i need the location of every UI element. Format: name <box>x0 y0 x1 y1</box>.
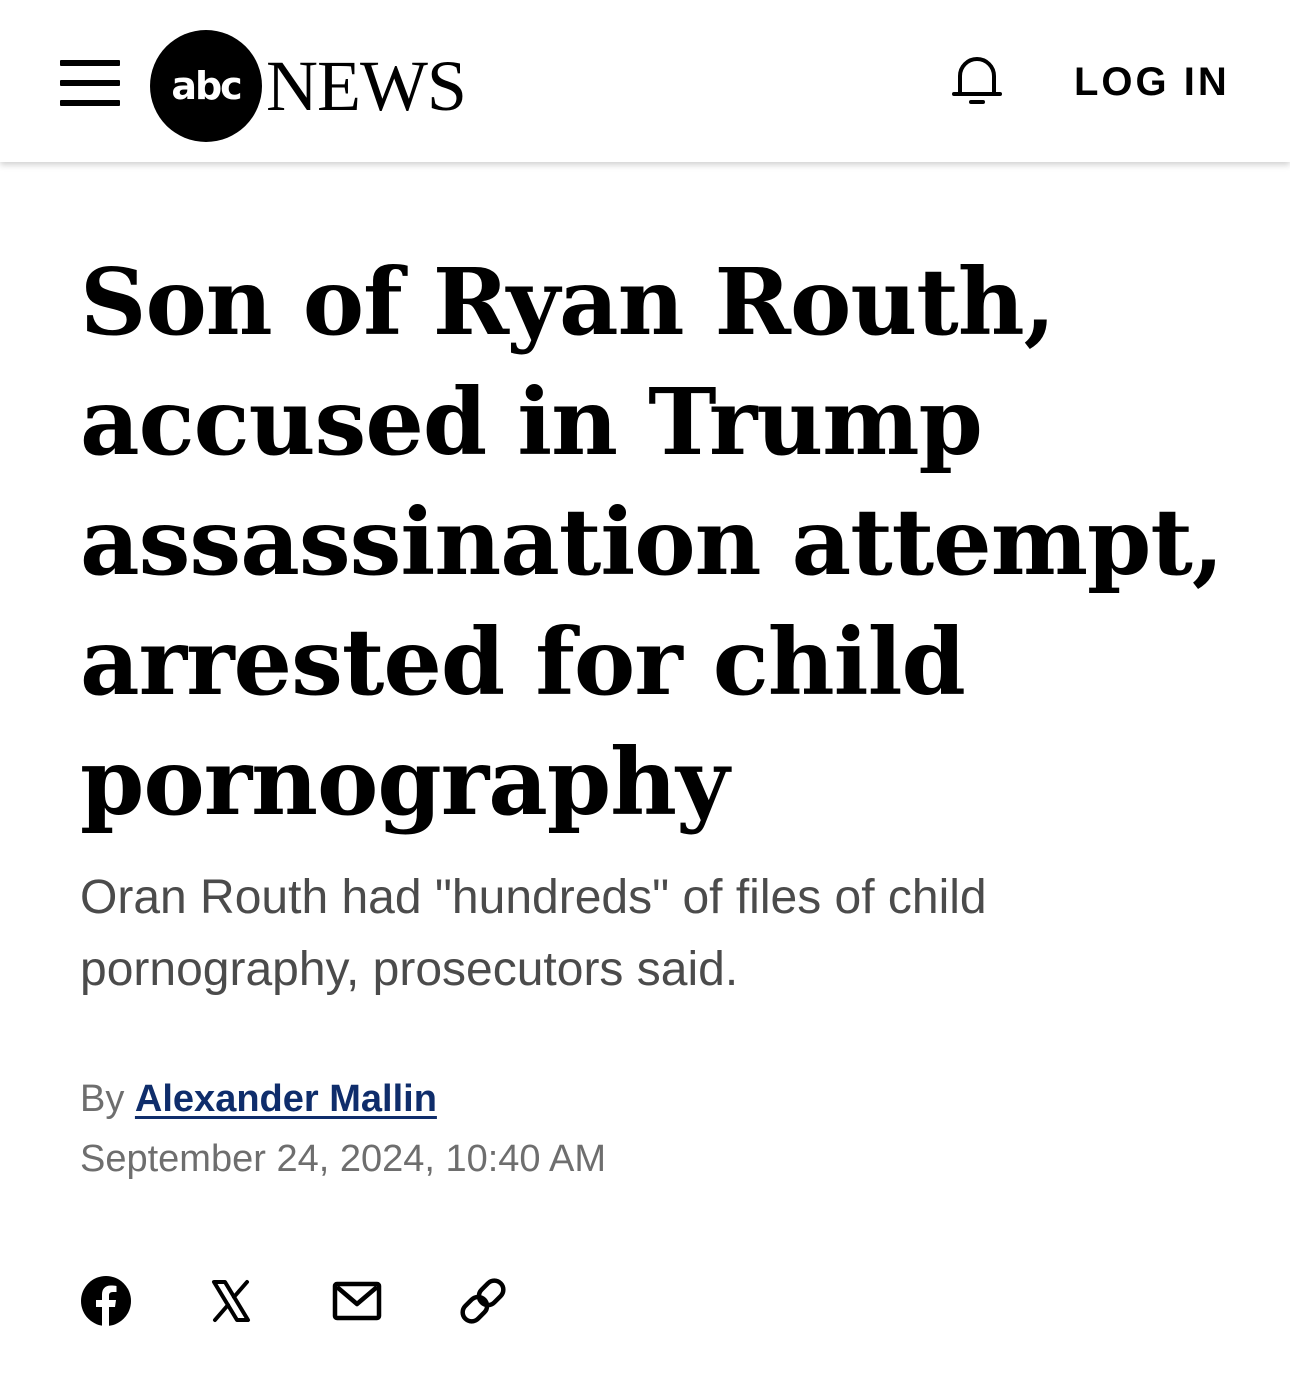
article-subheadline: Oran Routh had "hundreds" of files of ch… <box>80 871 987 996</box>
email-icon[interactable] <box>330 1274 384 1328</box>
article-timestamp: September 24, 2024, 10:40 AM <box>80 1138 607 1180</box>
menu-icon-bar <box>60 80 120 86</box>
menu-icon-bar <box>60 100 120 106</box>
logo-news-text: NEWS <box>266 46 467 126</box>
link-icon[interactable] <box>456 1274 510 1328</box>
menu-icon <box>60 60 120 66</box>
logo-abc-text: abc <box>171 64 242 108</box>
login-button[interactable]: LOG IN <box>1074 58 1230 106</box>
byline: By Alexander Mallin <box>80 1076 437 1122</box>
menu-button[interactable] <box>60 60 120 106</box>
abc-news-logo[interactable]: abc NEWS <box>150 30 480 142</box>
notification-bell-icon[interactable] <box>946 50 1008 112</box>
byline-prefix: By <box>80 1078 125 1120</box>
article-headline: Son of Ryan Routh, accused in Trump assa… <box>80 248 1224 836</box>
facebook-icon[interactable] <box>79 1274 133 1328</box>
site-header: abc NEWS LOG IN <box>0 0 1290 162</box>
author-link[interactable]: Alexander Mallin <box>135 1078 437 1120</box>
x-icon[interactable] <box>204 1274 258 1328</box>
